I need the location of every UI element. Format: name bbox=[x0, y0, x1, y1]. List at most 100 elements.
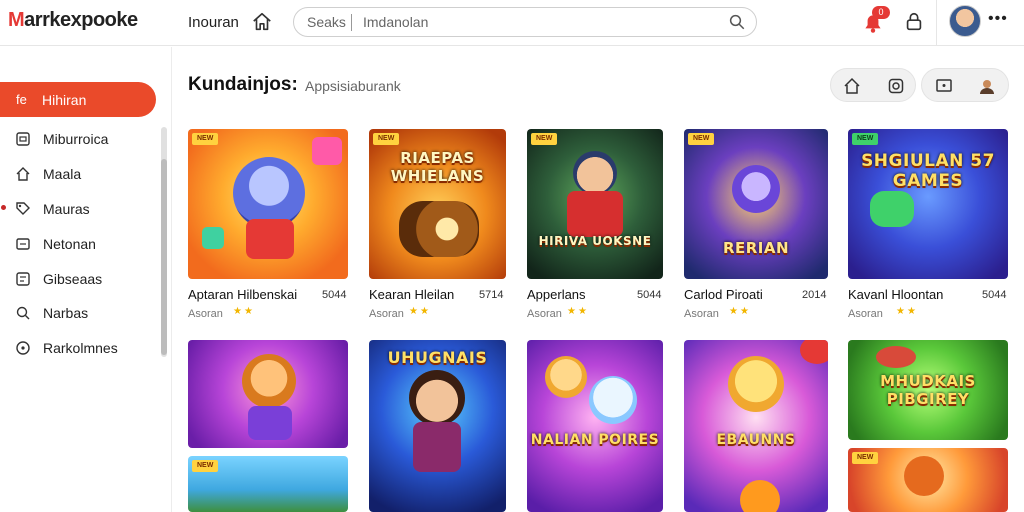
game-thumbnail[interactable]: EBAUNNS bbox=[684, 340, 828, 512]
more-icon[interactable]: ••• bbox=[988, 10, 1008, 28]
profile-icon[interactable] bbox=[978, 77, 996, 95]
sidebar-item-2[interactable]: Maala bbox=[0, 160, 160, 190]
game-thumbnail[interactable]: NEW bbox=[188, 129, 348, 279]
search-divider bbox=[351, 14, 352, 31]
mushroom-image bbox=[876, 346, 916, 368]
game-thumbnail[interactable]: UHUGNAIS bbox=[369, 340, 506, 512]
sidebar-item-1[interactable]: Miburroica bbox=[0, 125, 160, 155]
mascot-image bbox=[732, 165, 780, 213]
screen-icon[interactable] bbox=[935, 77, 953, 95]
game-title[interactable]: Kavanl Hloontan bbox=[848, 287, 943, 302]
top-bar: Marrkexpooke Inouran Seaks Imdanolan 0 •… bbox=[0, 0, 1024, 46]
game-title[interactable]: Carlod Piroati bbox=[684, 287, 763, 302]
game-art-title: NALIAN POIRES bbox=[530, 432, 660, 448]
game-art-title: MHUDKAIS PIBGIREY bbox=[880, 372, 976, 408]
sidebar-scrollbar[interactable] bbox=[161, 127, 167, 357]
game-thumbnail[interactable]: MHUDKAIS PIBGIREY bbox=[848, 340, 1008, 440]
game-thumbnail[interactable] bbox=[188, 340, 348, 448]
game-count: 5714 bbox=[479, 289, 504, 301]
new-badge: NEW bbox=[373, 133, 400, 145]
game-publisher: Asoran bbox=[684, 308, 719, 320]
mascot-image bbox=[728, 356, 784, 412]
game-card[interactable]: NEW HIRIVA UOKSNE Apperlans 5044 Asoran … bbox=[527, 129, 663, 324]
square-icon bbox=[16, 132, 30, 146]
tag-icon bbox=[16, 202, 30, 215]
view-toggle-group-2 bbox=[921, 68, 1009, 102]
game-title[interactable]: Kearan Hleilan bbox=[369, 287, 454, 302]
game-card[interactable]: EBAUNNS bbox=[684, 340, 828, 512]
game-art-title: SHGIULAN 57 GAMES bbox=[861, 151, 995, 191]
game-card[interactable]: UHUGNAIS bbox=[369, 340, 506, 512]
gem-image bbox=[312, 137, 342, 165]
tv-icon bbox=[16, 238, 30, 250]
sidebar-item-4[interactable]: Netonan bbox=[0, 230, 160, 260]
avatar[interactable] bbox=[949, 5, 981, 37]
user-icon[interactable] bbox=[903, 11, 925, 33]
game-card[interactable]: MHUDKAIS PIBGIREY NEW bbox=[848, 340, 1008, 512]
game-thumbnail[interactable]: NALIAN POIRES bbox=[527, 340, 663, 512]
gem-image bbox=[202, 227, 224, 249]
game-count: 5044 bbox=[982, 289, 1007, 301]
sidebar-item-6[interactable]: Narbas bbox=[0, 299, 160, 329]
game-card[interactable]: NEW bbox=[188, 340, 348, 512]
game-card[interactable]: NALIAN POIRES bbox=[527, 340, 663, 512]
game-publisher: Asoran bbox=[848, 308, 883, 320]
ball-image bbox=[740, 480, 780, 512]
home-icon bbox=[16, 167, 30, 181]
app-logo[interactable]: Marrkexpooke bbox=[8, 9, 138, 32]
notification-badge: 0 bbox=[872, 6, 890, 19]
view-toggle-group bbox=[830, 68, 916, 102]
game-thumbnail[interactable]: NEW RERIAN bbox=[684, 129, 828, 279]
game-thumbnail[interactable]: NEW SHGIULAN 57 GAMES bbox=[848, 129, 1008, 279]
game-thumbnail[interactable]: NEW HIRIVA UOKSNE bbox=[527, 129, 663, 279]
home-icon[interactable] bbox=[251, 11, 273, 33]
game-title[interactable]: Aptaran Hilbenskai bbox=[188, 287, 297, 302]
mascot-body bbox=[246, 219, 294, 259]
home-icon[interactable] bbox=[843, 77, 861, 95]
sale-badge bbox=[800, 340, 828, 364]
mascot-body bbox=[248, 406, 292, 440]
game-art-title: EBAUNNS bbox=[716, 432, 796, 448]
character-body bbox=[413, 422, 461, 472]
new-badge: NEW bbox=[852, 452, 879, 464]
game-card[interactable]: NEW RERIAN Carlod Piroati 2014 Asoran ★★ bbox=[684, 129, 828, 324]
character-image bbox=[409, 370, 465, 426]
search-input[interactable]: Imdanolan bbox=[363, 14, 428, 30]
game-publisher: Asoran bbox=[527, 308, 562, 320]
sidebar-item-label: Gibseaas bbox=[43, 271, 103, 287]
sidebar-item-label: Narbas bbox=[43, 305, 89, 321]
sidebar-item-5[interactable]: Gibseaas bbox=[0, 265, 160, 295]
mascot-image bbox=[589, 376, 637, 424]
gamepad-icon bbox=[16, 272, 30, 286]
game-thumbnail[interactable]: NEW bbox=[848, 448, 1008, 512]
search-bar[interactable]: Seaks Imdanolan bbox=[293, 7, 757, 37]
nav-link[interactable]: Inouran bbox=[188, 14, 239, 31]
mascot-image bbox=[904, 456, 944, 496]
search-icon[interactable] bbox=[728, 13, 746, 31]
search-label: Seaks bbox=[307, 14, 346, 30]
sidebar-item-3[interactable]: Mauras bbox=[0, 195, 160, 225]
scrollbar-thumb[interactable] bbox=[161, 159, 167, 355]
game-thumbnail[interactable]: NEW bbox=[188, 456, 348, 512]
sidebar-item-7[interactable]: Rarkolmnes bbox=[0, 334, 160, 364]
new-badge: NEW bbox=[688, 133, 715, 145]
game-card[interactable]: NEW Aptaran Hilbenskai 5044 Asoran ★★ bbox=[188, 129, 348, 324]
new-badge: NEW bbox=[852, 133, 879, 145]
sidebar: fe Hihiran Miburroica Maala Mauras Neton… bbox=[0, 47, 172, 512]
rating-stars: ★★ bbox=[896, 306, 918, 317]
cannon-image bbox=[399, 201, 479, 257]
sidebar-item-active[interactable]: fe Hihiran bbox=[0, 82, 156, 117]
new-badge: NEW bbox=[531, 133, 558, 145]
game-art-title: RIAEPAS WHIELANS bbox=[390, 149, 485, 185]
game-art-title: RERIAN bbox=[722, 239, 790, 257]
logo-text: arrkexpooke bbox=[24, 9, 138, 31]
game-card[interactable]: NEW SHGIULAN 57 GAMES Kavanl Hloontan 50… bbox=[848, 129, 1008, 324]
game-title[interactable]: Apperlans bbox=[527, 287, 586, 302]
game-card[interactable]: NEW RIAEPAS WHIELANS Kearan Hleilan 5714… bbox=[369, 129, 506, 324]
game-thumbnail[interactable]: NEW RIAEPAS WHIELANS bbox=[369, 129, 506, 279]
dragon-image bbox=[870, 191, 914, 227]
game-count: 2014 bbox=[802, 289, 827, 301]
rating-stars: ★★ bbox=[233, 306, 255, 317]
instagram-icon[interactable] bbox=[887, 77, 905, 95]
game-publisher: Asoran bbox=[369, 308, 404, 320]
